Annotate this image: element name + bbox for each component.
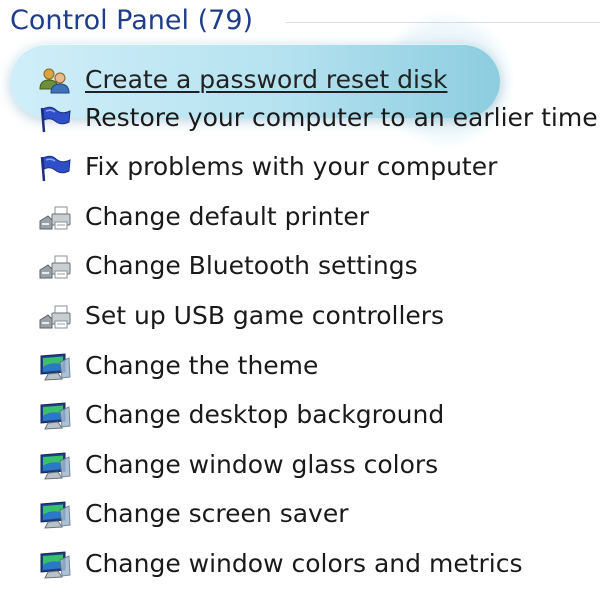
action-center-flag-icon bbox=[38, 154, 72, 182]
result-item[interactable]: Change screen saver bbox=[0, 490, 600, 540]
result-label[interactable]: Change desktop background bbox=[85, 399, 444, 431]
group-header: Control Panel (79) bbox=[0, 0, 600, 44]
result-label[interactable]: Change screen saver bbox=[85, 498, 349, 530]
results-list: Create a password reset disk Restore you… bbox=[0, 12, 600, 590]
result-item[interactable]: Change Bluetooth settings bbox=[0, 242, 600, 292]
personalization-monitor-icon bbox=[38, 402, 72, 430]
result-item[interactable]: Create a password reset disk bbox=[0, 12, 600, 148]
result-item[interactable]: Change window glass colors bbox=[0, 441, 600, 491]
result-item[interactable]: Fix problems with your computer bbox=[0, 143, 600, 193]
action-center-flag-icon bbox=[38, 105, 72, 133]
result-item[interactable]: Restore your computer to an earlier time bbox=[0, 94, 600, 144]
result-label[interactable]: Change window colors and metrics bbox=[85, 548, 523, 580]
personalization-monitor-icon bbox=[38, 501, 72, 529]
personalization-monitor-icon bbox=[38, 353, 72, 381]
result-label[interactable]: Fix problems with your computer bbox=[85, 151, 497, 183]
result-label[interactable]: Create a password reset disk bbox=[85, 64, 448, 96]
result-label[interactable]: Change window glass colors bbox=[85, 449, 438, 481]
personalization-monitor-icon bbox=[38, 452, 72, 480]
result-label[interactable]: Change default printer bbox=[85, 201, 369, 233]
devices-printers-icon bbox=[38, 303, 72, 331]
users-icon bbox=[38, 67, 72, 95]
result-label[interactable]: Change Bluetooth settings bbox=[85, 250, 418, 282]
control-panel-results-panel: Control Panel (79) Create a password res… bbox=[0, 0, 600, 600]
result-item[interactable]: Change default printer bbox=[0, 193, 600, 243]
result-item[interactable]: Change the theme bbox=[0, 342, 600, 392]
result-label[interactable]: Change the theme bbox=[85, 350, 318, 382]
result-item[interactable]: Change window colors and metrics bbox=[0, 540, 600, 590]
result-label[interactable]: Restore your computer to an earlier time bbox=[85, 102, 598, 134]
devices-printers-icon bbox=[38, 253, 72, 281]
group-title: Control Panel (79) bbox=[10, 5, 254, 36]
result-item[interactable]: Change desktop background bbox=[0, 391, 600, 441]
devices-printers-icon bbox=[38, 204, 72, 232]
result-label[interactable]: Set up USB game controllers bbox=[85, 300, 444, 332]
personalization-monitor-icon bbox=[38, 551, 72, 579]
result-item[interactable]: Set up USB game controllers bbox=[0, 292, 600, 342]
